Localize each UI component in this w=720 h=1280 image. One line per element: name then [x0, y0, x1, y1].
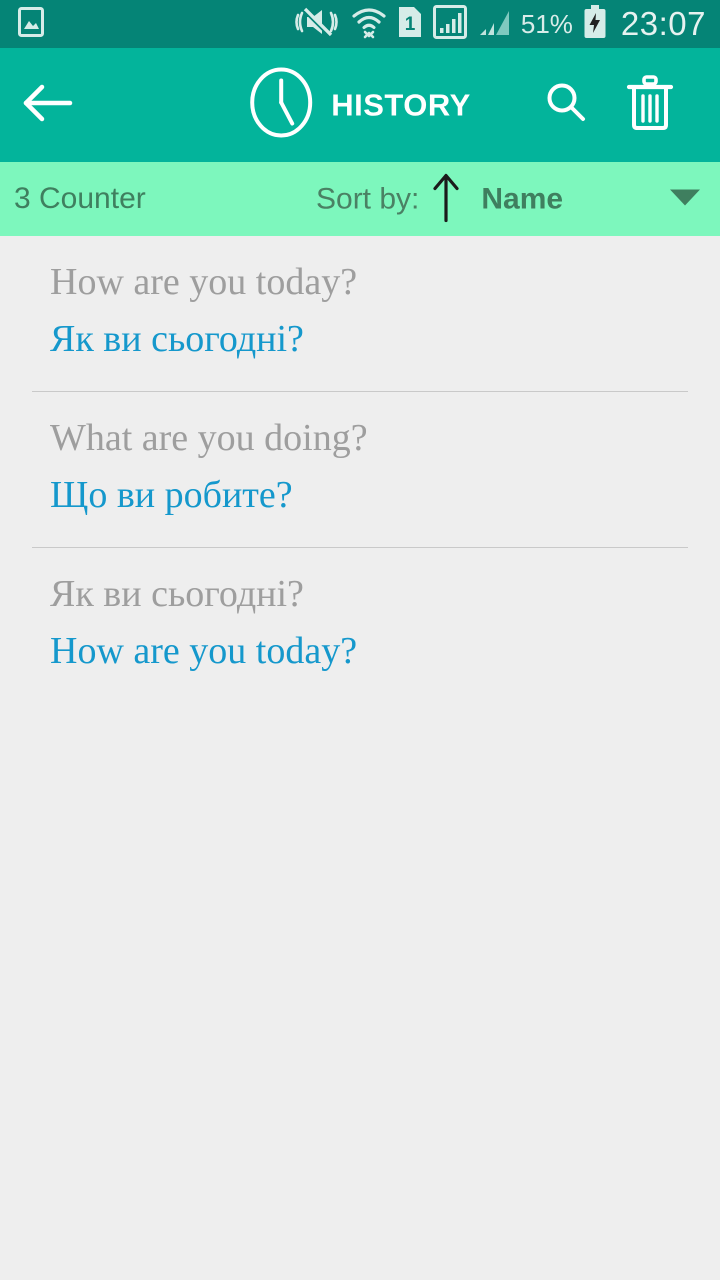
status-bar-clock: 23:07 — [620, 5, 706, 42]
list-item-source-text: How are you today? — [50, 261, 358, 303]
signal-bars-secondary-icon — [477, 5, 511, 44]
list-item-target-text: Як ви сьогодні? — [50, 318, 304, 361]
status-bar-right: 1 51% 23:07 — [295, 4, 706, 44]
counter-label: 3 Counter — [14, 182, 146, 215]
sort-dropdown-button[interactable] — [668, 187, 702, 212]
clock-icon — [249, 67, 313, 144]
sort-direction-button[interactable] — [431, 171, 461, 228]
battery-charging-icon — [583, 4, 607, 44]
list-item-source-text: Як ви сьогодні? — [50, 572, 304, 615]
app-bar: HISTORY — [0, 48, 720, 162]
history-list: How are you today? Як ви сьогодні? What … — [0, 236, 720, 677]
list-item-target-text: Що ви робите? — [50, 474, 293, 517]
photo-icon — [18, 6, 44, 42]
status-bar-left — [18, 6, 44, 42]
arrow-up-icon — [431, 173, 461, 227]
sort-by-label: Sort by: — [316, 182, 420, 215]
sort-bar: 3 Counter Sort by: Name — [0, 162, 720, 236]
list-item[interactable]: Як ви сьогодні? How are you today? — [0, 548, 720, 677]
vibrate-mute-icon — [295, 5, 341, 44]
caret-down-icon — [668, 187, 702, 212]
status-bar: 1 51% 23:07 — [0, 0, 720, 48]
svg-text:1: 1 — [405, 14, 416, 35]
signal-bars-icon — [432, 4, 467, 44]
back-button[interactable] — [0, 83, 92, 128]
search-button[interactable] — [544, 81, 588, 130]
sim1-icon: 1 — [397, 5, 423, 44]
page-title: HISTORY — [331, 87, 471, 122]
battery-percent-label: 51% — [520, 8, 573, 39]
arrow-left-icon — [18, 83, 74, 128]
trash-icon — [626, 74, 674, 135]
delete-button[interactable] — [626, 74, 674, 136]
list-item-target-text: How are you today? — [50, 629, 358, 672]
wifi-icon — [351, 5, 387, 44]
sort-value-label[interactable]: Name — [481, 182, 563, 216]
app-bar-title-group: HISTORY — [249, 67, 471, 144]
sort-control[interactable]: Sort by: Name — [316, 171, 563, 228]
search-icon — [544, 83, 588, 129]
list-item[interactable]: What are you doing? Що ви робите? — [0, 392, 720, 548]
list-item-source-text: What are you doing? — [50, 416, 368, 459]
list-item[interactable]: How are you today? Як ви сьогодні? — [0, 236, 720, 392]
app-bar-actions — [544, 74, 720, 136]
